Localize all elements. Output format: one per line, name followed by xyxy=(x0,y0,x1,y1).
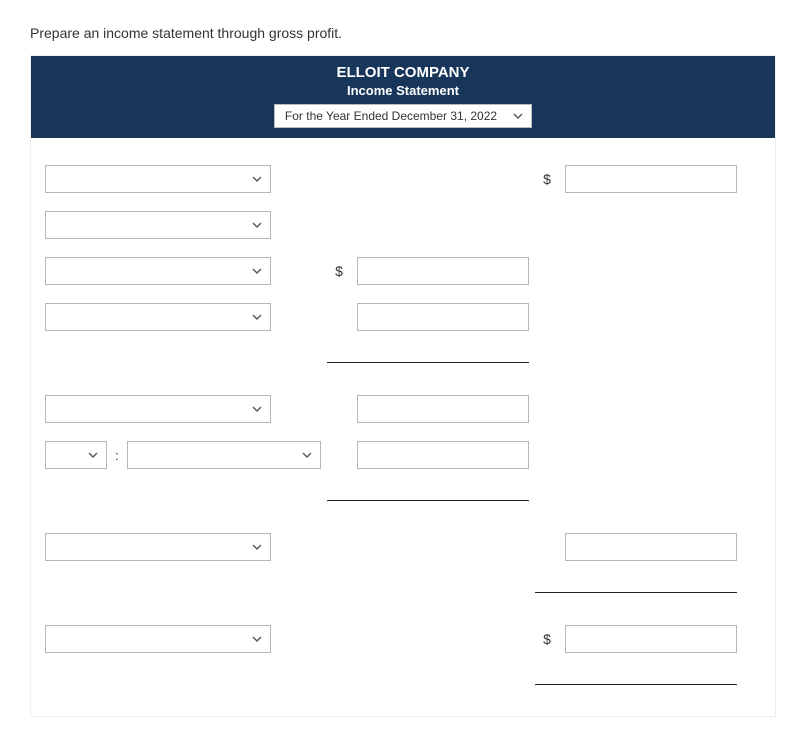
statement-row: $ xyxy=(45,248,761,294)
line-item-select[interactable] xyxy=(45,303,271,331)
currency-symbol: $ xyxy=(327,263,351,279)
chevron-down-icon xyxy=(252,176,262,182)
amount-input[interactable] xyxy=(357,303,529,331)
total-underline xyxy=(45,662,761,708)
chevron-down-icon xyxy=(88,452,98,458)
subtotal-underline xyxy=(45,340,761,386)
period-select-value: For the Year Ended December 31, 2022 xyxy=(275,105,531,127)
chevron-down-icon xyxy=(252,406,262,412)
line-item-select[interactable] xyxy=(45,395,271,423)
company-name: ELLOIT COMPANY xyxy=(31,64,775,81)
amount-input[interactable] xyxy=(357,257,529,285)
amount-input[interactable] xyxy=(565,165,737,193)
chevron-down-icon xyxy=(252,222,262,228)
period-select[interactable]: For the Year Ended December 31, 2022 xyxy=(274,104,532,128)
currency-symbol: $ xyxy=(535,171,559,187)
line-item-select[interactable] xyxy=(45,533,271,561)
chevron-down-icon xyxy=(513,113,523,119)
line-item-select[interactable] xyxy=(45,211,271,239)
chevron-down-icon xyxy=(252,268,262,274)
chevron-down-icon xyxy=(302,452,312,458)
amount-input[interactable] xyxy=(565,533,737,561)
statement-row xyxy=(45,202,761,248)
line-item-select[interactable] xyxy=(45,257,271,285)
line-item-select-prefix[interactable] xyxy=(45,441,107,469)
statement-header: ELLOIT COMPANY Income Statement For the … xyxy=(31,56,775,138)
amount-input[interactable] xyxy=(565,625,737,653)
line-item-select[interactable] xyxy=(45,625,271,653)
income-statement-card: ELLOIT COMPANY Income Statement For the … xyxy=(30,55,776,717)
statement-row: : xyxy=(45,432,761,478)
statement-row: $ xyxy=(45,156,761,202)
chevron-down-icon xyxy=(252,314,262,320)
chevron-down-icon xyxy=(252,636,262,642)
amount-input[interactable] xyxy=(357,441,529,469)
subtotal-underline xyxy=(45,478,761,524)
colon-separator: : xyxy=(111,448,123,463)
line-item-select[interactable] xyxy=(45,165,271,193)
amount-input[interactable] xyxy=(357,395,529,423)
statement-row xyxy=(45,386,761,432)
instruction-text: Prepare an income statement through gros… xyxy=(30,25,776,41)
statement-row: $ xyxy=(45,616,761,662)
chevron-down-icon xyxy=(252,544,262,550)
statement-body: $ $ xyxy=(31,138,775,716)
line-item-select[interactable] xyxy=(127,441,321,469)
statement-row xyxy=(45,294,761,340)
statement-title: Income Statement xyxy=(31,83,775,98)
statement-row xyxy=(45,524,761,570)
currency-symbol: $ xyxy=(535,631,559,647)
subtotal-underline xyxy=(45,570,761,616)
